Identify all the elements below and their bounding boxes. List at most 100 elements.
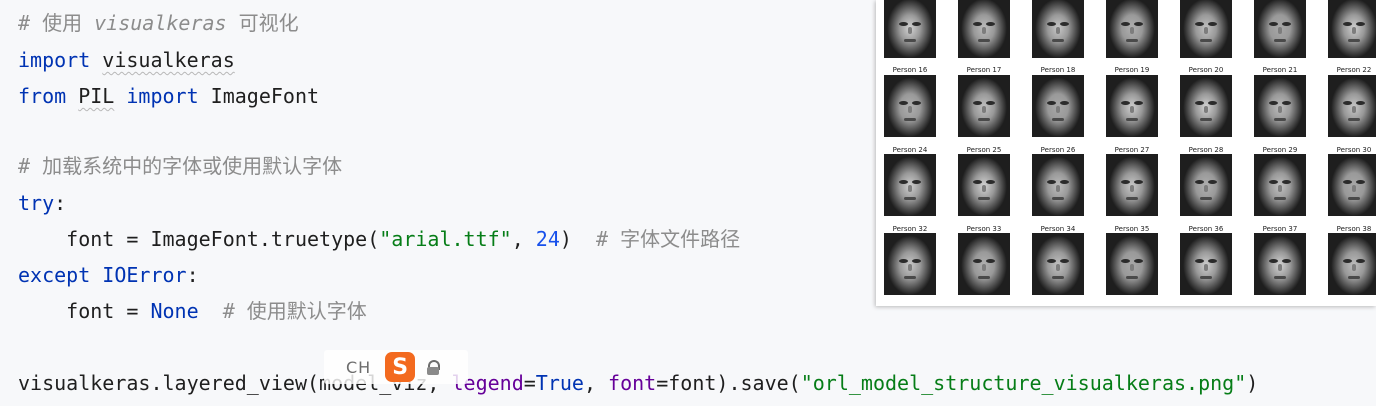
person-label: Person 19 (1114, 66, 1150, 74)
code-token: font = (18, 299, 151, 323)
person-label: Person 38 (1336, 225, 1372, 233)
face-photo (884, 154, 936, 216)
face-photo (1328, 154, 1376, 216)
person-label: Person 25 (966, 146, 1002, 154)
face-photo (1032, 75, 1084, 137)
face-photo (1106, 0, 1158, 58)
code-token: 可视化 (226, 11, 299, 35)
person-label: Person 26 (1040, 146, 1076, 154)
face-photo (884, 233, 936, 295)
face-photo (1254, 0, 1306, 58)
code-token: IOError (102, 263, 187, 287)
code-token: "arial.ttf" (379, 227, 512, 251)
face-photo (1254, 75, 1306, 137)
code-token: PIL (78, 84, 115, 108)
person-label: Person 18 (1040, 66, 1076, 74)
face-grid-image: Person 16 Person 17 Person 18 Person 19 Pers… (876, 0, 1376, 306)
face-photo (1328, 0, 1376, 58)
code-line[interactable]: font = ImageFont.truetype("arial.ttf", 2… (18, 221, 740, 257)
face-photo (1106, 75, 1158, 137)
face-photo (1106, 233, 1158, 295)
code-token: visualkeras (102, 48, 235, 72)
person-label: Person 34 (1040, 225, 1076, 233)
code-token: # 加载系统中的字体或使用默认字体 (18, 154, 343, 178)
face-photo (958, 75, 1010, 137)
face-photo (958, 0, 1010, 58)
code-editor[interactable]: # 使用 visualkeras 可视化 import visualkeras fr… (0, 0, 1376, 406)
person-label: Person 35 (1114, 225, 1150, 233)
code-token: font = ImageFont.truetype( (18, 227, 380, 251)
code-token: import (18, 48, 91, 72)
face-photo (1180, 233, 1232, 295)
person-label: Person 22 (1336, 66, 1372, 74)
face-photo (884, 75, 936, 137)
code-token: True (535, 371, 584, 395)
person-label: Person 29 (1262, 146, 1298, 154)
face-photo (1032, 0, 1084, 58)
code-token: None (150, 299, 199, 323)
code-token: # 使用默认字体 (222, 299, 367, 323)
code-token: , (583, 371, 609, 395)
person-label: Person 36 (1188, 225, 1224, 233)
person-label: Person 16 (892, 66, 928, 74)
ime-mode-label[interactable]: CH (346, 358, 371, 377)
code-line[interactable]: try: (18, 185, 66, 221)
face-photo (958, 154, 1010, 216)
ime-toolbar[interactable]: CH S (324, 350, 468, 384)
face-photo (1254, 233, 1306, 295)
face-photo (1180, 0, 1232, 58)
code-token: try (18, 191, 55, 215)
code-line[interactable]: font = None # 使用默认字体 (18, 293, 367, 329)
code-token: from (18, 84, 67, 108)
code-token: : (186, 263, 199, 287)
code-token: : (54, 191, 67, 215)
face-photo (1032, 233, 1084, 295)
code-token: =font).save( (656, 371, 801, 395)
face-photo (1328, 75, 1376, 137)
code-token: # 使用 (18, 11, 95, 35)
person-label: Person 20 (1188, 66, 1224, 74)
code-line[interactable]: from PIL import ImageFont (18, 78, 319, 114)
code-token: # 字体文件路径 (596, 227, 741, 251)
face-photo (958, 233, 1010, 295)
face-photo (1180, 75, 1232, 137)
face-photo (1180, 154, 1232, 216)
code-line[interactable]: # 加载系统中的字体或使用默认字体 (18, 148, 342, 184)
code-token: import (126, 84, 199, 108)
code-line[interactable]: except IOError: (18, 257, 199, 293)
face-photo (1106, 154, 1158, 216)
face-photo (1032, 154, 1084, 216)
code-line[interactable]: # 使用 visualkeras 可视化 (18, 5, 299, 41)
code-token: font (608, 371, 657, 395)
lock-icon[interactable] (427, 360, 441, 375)
code-token: except (18, 263, 91, 287)
person-label: Person 21 (1262, 66, 1298, 74)
code-token: visualkeras (94, 11, 227, 35)
person-label: Person 33 (966, 225, 1002, 233)
code-token: , (511, 227, 536, 251)
face-photo (1328, 233, 1376, 295)
person-label: Person 27 (1114, 146, 1150, 154)
code-token: "orl_model_structure_visualkeras.png" (800, 371, 1247, 395)
person-label: Person 28 (1188, 146, 1224, 154)
code-token: = (523, 371, 536, 395)
code-token: ImageFont (198, 84, 320, 108)
person-label: Person 24 (892, 146, 928, 154)
face-photo (884, 0, 936, 58)
code-line[interactable]: visualkeras.layered_view(model_viz, lege… (18, 365, 1258, 401)
face-photo (1254, 154, 1306, 216)
person-label: Person 30 (1336, 146, 1372, 154)
code-token: ) (1246, 371, 1259, 395)
person-label: Person 17 (966, 66, 1002, 74)
code-token: ) (559, 227, 596, 251)
person-label: Person 32 (892, 225, 928, 233)
sogou-logo-icon[interactable]: S (385, 352, 416, 382)
code-token: 24 (535, 227, 560, 251)
code-line[interactable]: import visualkeras (18, 42, 235, 78)
person-label: Person 37 (1262, 225, 1298, 233)
